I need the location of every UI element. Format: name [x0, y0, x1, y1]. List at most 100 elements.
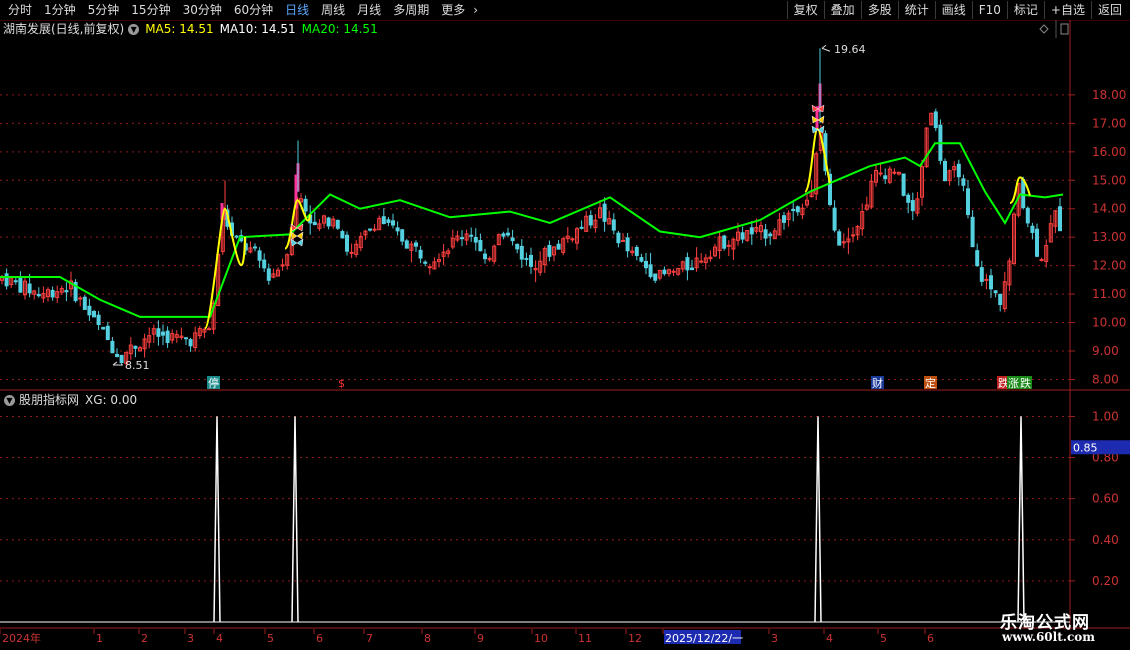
candle-body	[96, 314, 101, 326]
price-tick-label: 16.00	[1092, 145, 1126, 159]
time-label: 2024年	[2, 631, 41, 645]
candle-body	[78, 297, 83, 300]
candle-body	[984, 278, 989, 281]
candle-body	[851, 234, 855, 237]
candle-body	[749, 227, 754, 235]
candle-body	[639, 257, 644, 262]
candle-body	[588, 215, 593, 226]
candle-body	[473, 236, 478, 243]
signal-spike	[213, 416, 221, 623]
event-marker[interactable]: 定	[925, 376, 936, 390]
candle-body	[685, 257, 690, 271]
candle-body	[391, 220, 395, 226]
candle-body	[524, 257, 529, 260]
candle-body	[644, 260, 648, 269]
event-marker[interactable]: $	[338, 377, 345, 390]
candle-body	[303, 198, 308, 212]
candle-body	[621, 239, 625, 242]
candle-body	[556, 243, 561, 250]
candle-body	[386, 219, 391, 223]
candle-body	[515, 243, 520, 250]
candle-body	[901, 173, 906, 196]
candle-body	[423, 261, 428, 264]
indicator-tick-label: 0.20	[1092, 574, 1119, 588]
candle-body	[234, 235, 239, 238]
candle-body	[262, 259, 267, 269]
candle-body	[400, 229, 405, 242]
time-label: 6	[316, 632, 323, 645]
candle-body	[611, 219, 616, 231]
candle-body	[763, 229, 768, 239]
price-tick-label: 13.00	[1092, 230, 1126, 244]
event-marker[interactable]: 跌	[1020, 376, 1031, 390]
low-price-label: 8.51	[125, 359, 150, 372]
candle-body	[372, 228, 377, 231]
candle-body	[975, 250, 980, 267]
signal-spike	[291, 416, 299, 623]
candle-body	[101, 326, 106, 330]
candle-body	[115, 353, 119, 357]
candle-body	[404, 240, 409, 249]
candle-body	[427, 266, 432, 269]
event-marker[interactable]: 财	[872, 376, 883, 390]
candle-body	[648, 264, 653, 278]
candle-body	[1039, 259, 1044, 262]
time-label: 10	[534, 632, 548, 645]
candle-body	[579, 226, 584, 229]
candle-body	[469, 234, 474, 237]
time-label: 12	[628, 632, 642, 645]
candle-body	[671, 270, 676, 273]
candle-body	[979, 267, 984, 282]
price-tick-label: 18.00	[1092, 88, 1126, 102]
time-label: 4	[216, 632, 223, 645]
candle-body	[570, 238, 575, 241]
candle-body	[993, 290, 998, 294]
candle-body	[519, 245, 524, 260]
candle-body	[529, 254, 533, 267]
event-marker[interactable]: 涨	[1008, 377, 1019, 390]
candle-body	[1058, 206, 1062, 232]
ma5-line	[204, 207, 246, 330]
price-tick-label: 17.00	[1092, 116, 1126, 130]
price-tick-label: 8.00	[1092, 372, 1119, 386]
price-tick-label: 10.00	[1092, 316, 1126, 330]
candle-body	[943, 160, 947, 182]
candle-body	[966, 188, 970, 216]
panel-toggle-icon[interactable]	[1060, 23, 1069, 35]
price-tick-label: 14.00	[1092, 202, 1126, 216]
candle-body	[18, 277, 23, 293]
candle-body	[634, 246, 639, 256]
signal-spike	[814, 416, 822, 623]
candle-body	[662, 269, 667, 275]
high-price-label: 19.64	[834, 43, 866, 56]
candle-body	[616, 232, 621, 244]
indicator-tick-label: 1.00	[1092, 409, 1119, 423]
indicator-tick-label: 0.40	[1092, 533, 1119, 547]
candle-body	[335, 219, 340, 229]
event-marker[interactable]: 停	[208, 376, 219, 390]
candle-body	[257, 250, 262, 261]
candle-body	[653, 273, 658, 281]
time-label: 6	[927, 632, 934, 645]
candle-body	[156, 328, 161, 337]
time-label: 9	[477, 632, 484, 645]
price-tick-label: 11.00	[1092, 287, 1126, 301]
candle-body	[105, 325, 110, 341]
kline-chart[interactable]: 18.0017.0016.0015.0014.0013.0012.0011.00…	[0, 0, 1130, 650]
time-label: 8	[424, 632, 431, 645]
candle-body	[998, 293, 1003, 306]
candle-body	[910, 200, 915, 212]
candle-body	[165, 330, 170, 343]
candle-body	[340, 231, 345, 239]
candle-body	[1021, 179, 1026, 209]
candle-body	[501, 233, 506, 237]
time-label: 2025/12/22/一	[665, 632, 743, 645]
candle-body	[253, 246, 257, 249]
candle-body	[795, 206, 800, 213]
time-label: 5	[880, 632, 887, 645]
diamond-icon[interactable]	[1039, 24, 1049, 34]
candle-body	[989, 275, 993, 290]
candle-body	[414, 242, 418, 247]
candle-body	[782, 215, 786, 223]
candle-body	[82, 296, 87, 310]
